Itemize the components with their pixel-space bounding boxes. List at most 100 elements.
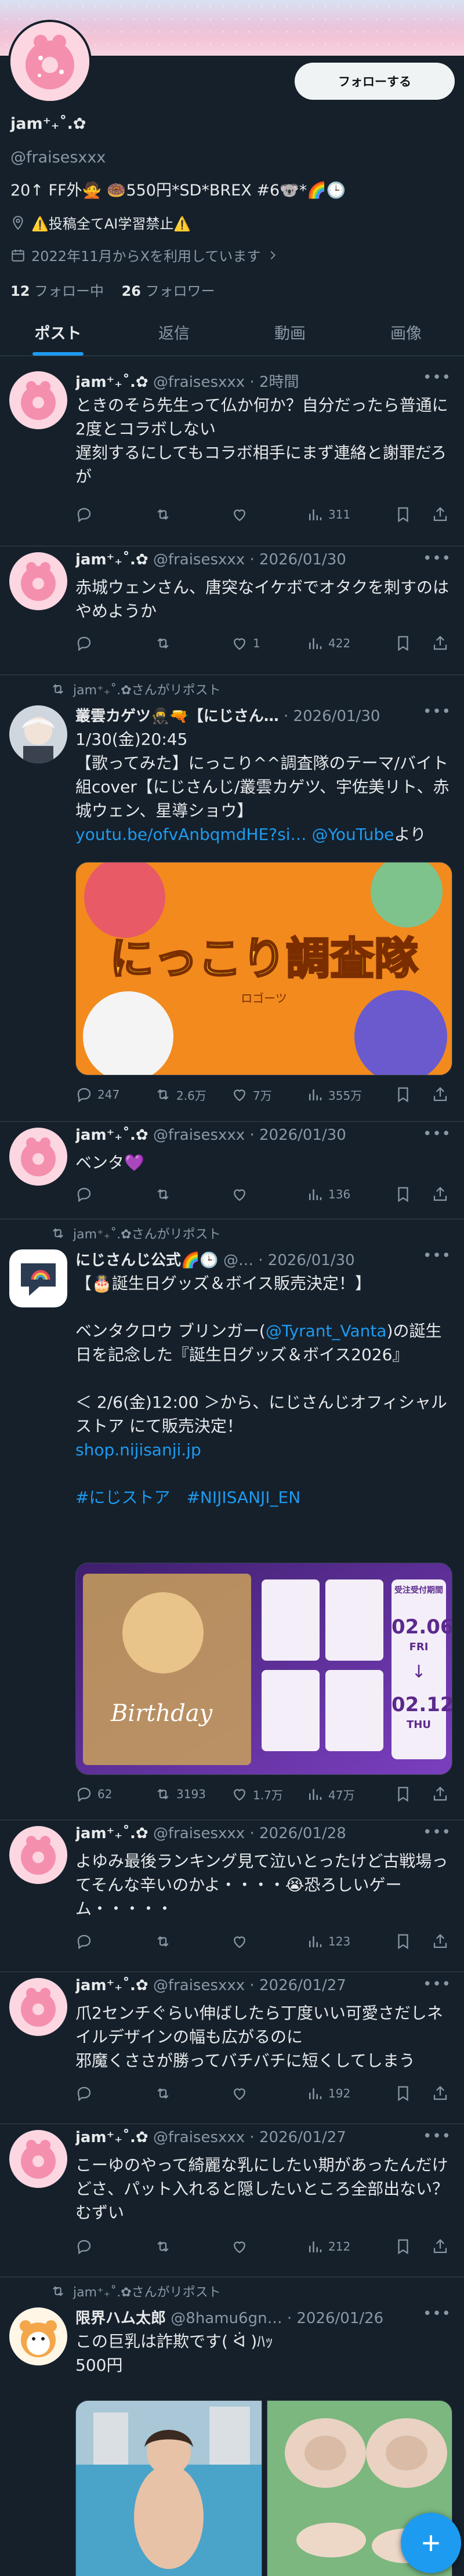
retweet-button[interactable] [154,2085,176,2102]
bookmark-button[interactable] [394,1785,416,1803]
tweet-date[interactable]: · 2026/01/30 [284,708,380,725]
tweet-author-name[interactable]: jam⁺₊˚.✿ [75,1977,148,1994]
tweet[interactable]: jam⁺₊˚.✿ @fraisesxxx · 2026/01/30 ••• 赤城… [0,546,464,675]
tab-replies[interactable]: 返信 [116,313,232,356]
more-icon[interactable]: ••• [423,1824,451,1841]
tweet[interactable]: jam⁺₊˚.✿ @fraisesxxx · 2026/01/27 ••• こー… [0,2124,464,2277]
like-button[interactable] [231,2085,253,2102]
views-button[interactable]: 123 [306,1933,350,1950]
tweet[interactable]: jam⁺₊˚.✿ @fraisesxxx · 2026/01/30 ••• ベン… [0,1122,464,1219]
avatar[interactable] [9,552,67,610]
more-icon[interactable]: ••• [423,1247,451,1265]
tweet-author-handle[interactable]: @fraisesxxx [153,374,245,391]
tweet-author-name[interactable]: にじさんじ公式🌈🕒 [75,1252,219,1269]
bookmark-button[interactable] [394,1933,416,1950]
tweet-author-name[interactable]: jam⁺₊˚.✿ [75,1126,148,1144]
followers-label[interactable]: フォロワー [146,283,215,299]
tweet-author-handle[interactable]: @fraisesxxx [153,1977,245,1994]
tweet-author-handle[interactable]: @fraisesxxx [153,551,245,568]
followers-count[interactable]: 26 [122,283,141,299]
tweet-author-handle[interactable]: @8hamu6gn… [171,2310,282,2327]
share-button[interactable] [432,635,454,652]
tab-videos[interactable]: 動画 [232,313,348,356]
retweet-button[interactable] [154,1933,176,1950]
repost-indicator[interactable]: jam⁺₊˚.✿さんがリポスト [50,2282,221,2300]
share-button[interactable] [432,1186,454,1203]
tweet-author-name[interactable]: jam⁺₊˚.✿ [75,551,148,568]
tweet-author-handle[interactable]: @fraisesxxx [153,2129,245,2146]
tweet-author-handle[interactable]: @fraisesxxx [153,1126,245,1144]
tweet[interactable]: jam⁺₊˚.✿ @fraisesxxx · 2時間 ••• ときのそら先生って… [0,356,464,546]
youtube-link[interactable]: youtu.be/ofvAnbqmdHE?si… [75,825,307,844]
following-label[interactable]: フォロー中 [34,283,104,299]
repost-indicator[interactable]: jam⁺₊˚.✿さんがリポスト [50,680,221,698]
share-button[interactable] [432,506,454,523]
reply-button[interactable]: 62 [75,1785,112,1803]
tab-posts[interactable]: ポスト [0,313,116,356]
hashtag-links[interactable]: #にじストア #NIJISANJI_EN [75,1488,300,1507]
avatar[interactable] [9,2307,67,2365]
tweet[interactable]: jam⁺₊˚.✿ @fraisesxxx · 2026/01/28 ••• よゆ… [0,1820,464,1972]
more-icon[interactable]: ••• [423,1976,451,1993]
like-button[interactable]: 1 [231,635,260,652]
share-button[interactable] [432,1086,454,1103]
tweet-image-left[interactable] [75,2400,262,2576]
avatar[interactable] [9,1978,67,2036]
reply-button[interactable]: 247 [75,1086,119,1103]
bookmark-button[interactable] [394,1186,416,1203]
bookmark-button[interactable] [394,506,416,523]
reply-button[interactable] [75,635,97,652]
tweet-author-handle[interactable]: @fraisesxxx [153,1825,245,1842]
bookmark-button[interactable] [394,2238,416,2255]
retweet-button[interactable] [154,635,176,652]
tweet-date[interactable]: · 2026/01/27 [249,2129,346,2146]
tweet-date[interactable]: · 2026/01/30 [258,1252,354,1269]
share-button[interactable] [432,1785,454,1803]
tweet-date[interactable]: · 2026/01/30 [249,1126,346,1144]
reply-button[interactable] [75,1933,97,1950]
following-count[interactable]: 12 [10,283,30,299]
profile-avatar[interactable] [8,20,92,103]
tab-images[interactable]: 画像 [348,313,464,356]
repost-indicator[interactable]: jam⁺₊˚.✿さんがリポスト [50,1224,221,1242]
compose-button[interactable]: + [401,2513,461,2573]
mention-link[interactable]: @Tyrant_Vanta [266,1321,387,1340]
follow-button[interactable]: フォローする [295,63,455,100]
more-icon[interactable]: ••• [423,2305,451,2323]
tweet-date[interactable]: · 2026/01/30 [249,551,346,568]
like-button[interactable] [231,1186,253,1203]
tweet[interactable]: jam⁺₊˚.✿ @fraisesxxx · 2026/01/27 ••• 爪2… [0,1972,464,2124]
avatar[interactable] [9,1249,67,1307]
like-button[interactable]: 7万 [231,1086,272,1103]
reply-button[interactable] [75,1186,97,1203]
views-button[interactable]: 47万 [306,1785,354,1803]
retweet-button[interactable] [154,2238,176,2255]
tweet-author-name[interactable]: jam⁺₊˚.✿ [75,2129,148,2146]
tweet-date[interactable]: · 2026/01/27 [249,1977,346,1994]
share-button[interactable] [432,1933,454,1950]
tweet[interactable]: jam⁺₊˚.✿さんがリポスト 叢雲カゲツ🥷🔫【にじさん… · 2026/01/… [0,675,464,1122]
profile-joined-row[interactable]: 2022年11月からXを利用しています [10,245,285,265]
more-icon[interactable]: ••• [423,703,451,720]
retweet-button[interactable] [154,506,176,523]
views-button[interactable]: 136 [306,1186,350,1203]
share-button[interactable] [432,2238,454,2255]
tweet-date[interactable]: · 2時間 [249,374,299,391]
avatar[interactable] [9,1826,67,1884]
views-button[interactable]: 212 [306,2238,350,2255]
views-button[interactable]: 311 [306,506,350,523]
views-button[interactable]: 192 [306,2085,350,2102]
retweet-button[interactable]: 3193 [154,1785,206,1803]
bookmark-button[interactable] [394,635,416,652]
tweet-author-handle[interactable]: @… [223,1252,253,1269]
promo-image[interactable]: Birthday 受注受付期間 02.06 FRI ↓ 02.12 THU [75,1563,452,1775]
like-button[interactable] [231,1933,253,1950]
bookmark-button[interactable] [394,1086,416,1103]
like-button[interactable] [231,2238,253,2255]
reply-button[interactable] [75,2085,97,2102]
reply-button[interactable] [75,506,97,523]
tweet-author-name[interactable]: 叢雲カゲツ🥷🔫【にじさん… [75,708,279,725]
tweet-date[interactable]: · 2026/01/28 [249,1825,346,1842]
avatar[interactable] [9,705,67,763]
tweet[interactable]: jam⁺₊˚.✿さんがリポスト にじさんじ公式🌈🕒 @… · 2026/01/3… [0,1219,464,1820]
